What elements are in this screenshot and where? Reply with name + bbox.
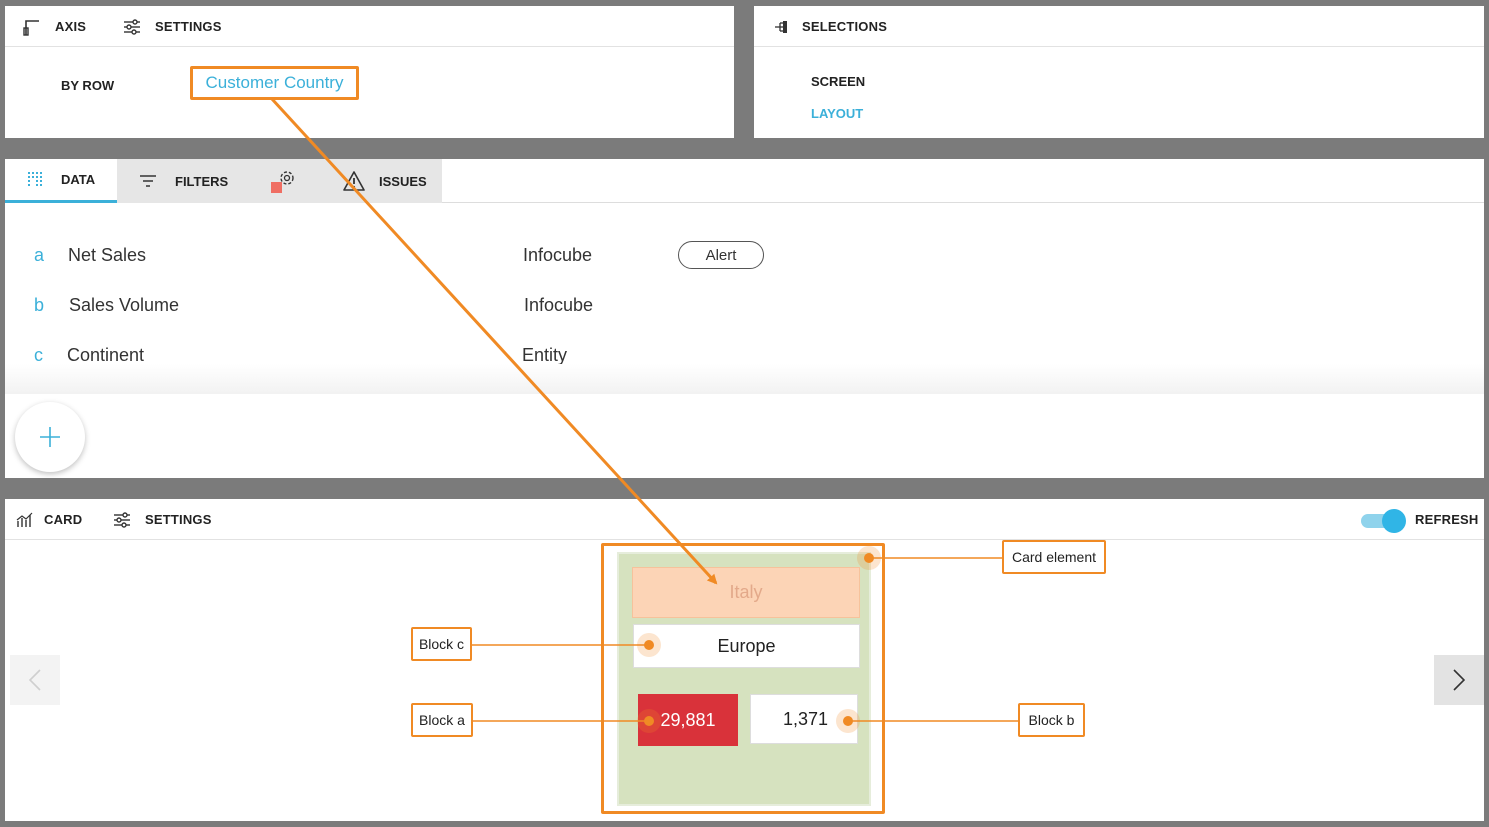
callout-block-b: Block b	[1018, 703, 1085, 737]
callout-anchor	[637, 633, 661, 657]
callout-anchor	[836, 709, 860, 733]
annotation-lines	[270, 97, 1019, 722]
callout-card-element: Card element	[1002, 540, 1106, 574]
callout-block-c: Block c	[411, 627, 472, 661]
callout-anchor	[857, 546, 881, 570]
callout-block-a: Block a	[411, 703, 473, 737]
callout-anchor	[637, 709, 661, 733]
